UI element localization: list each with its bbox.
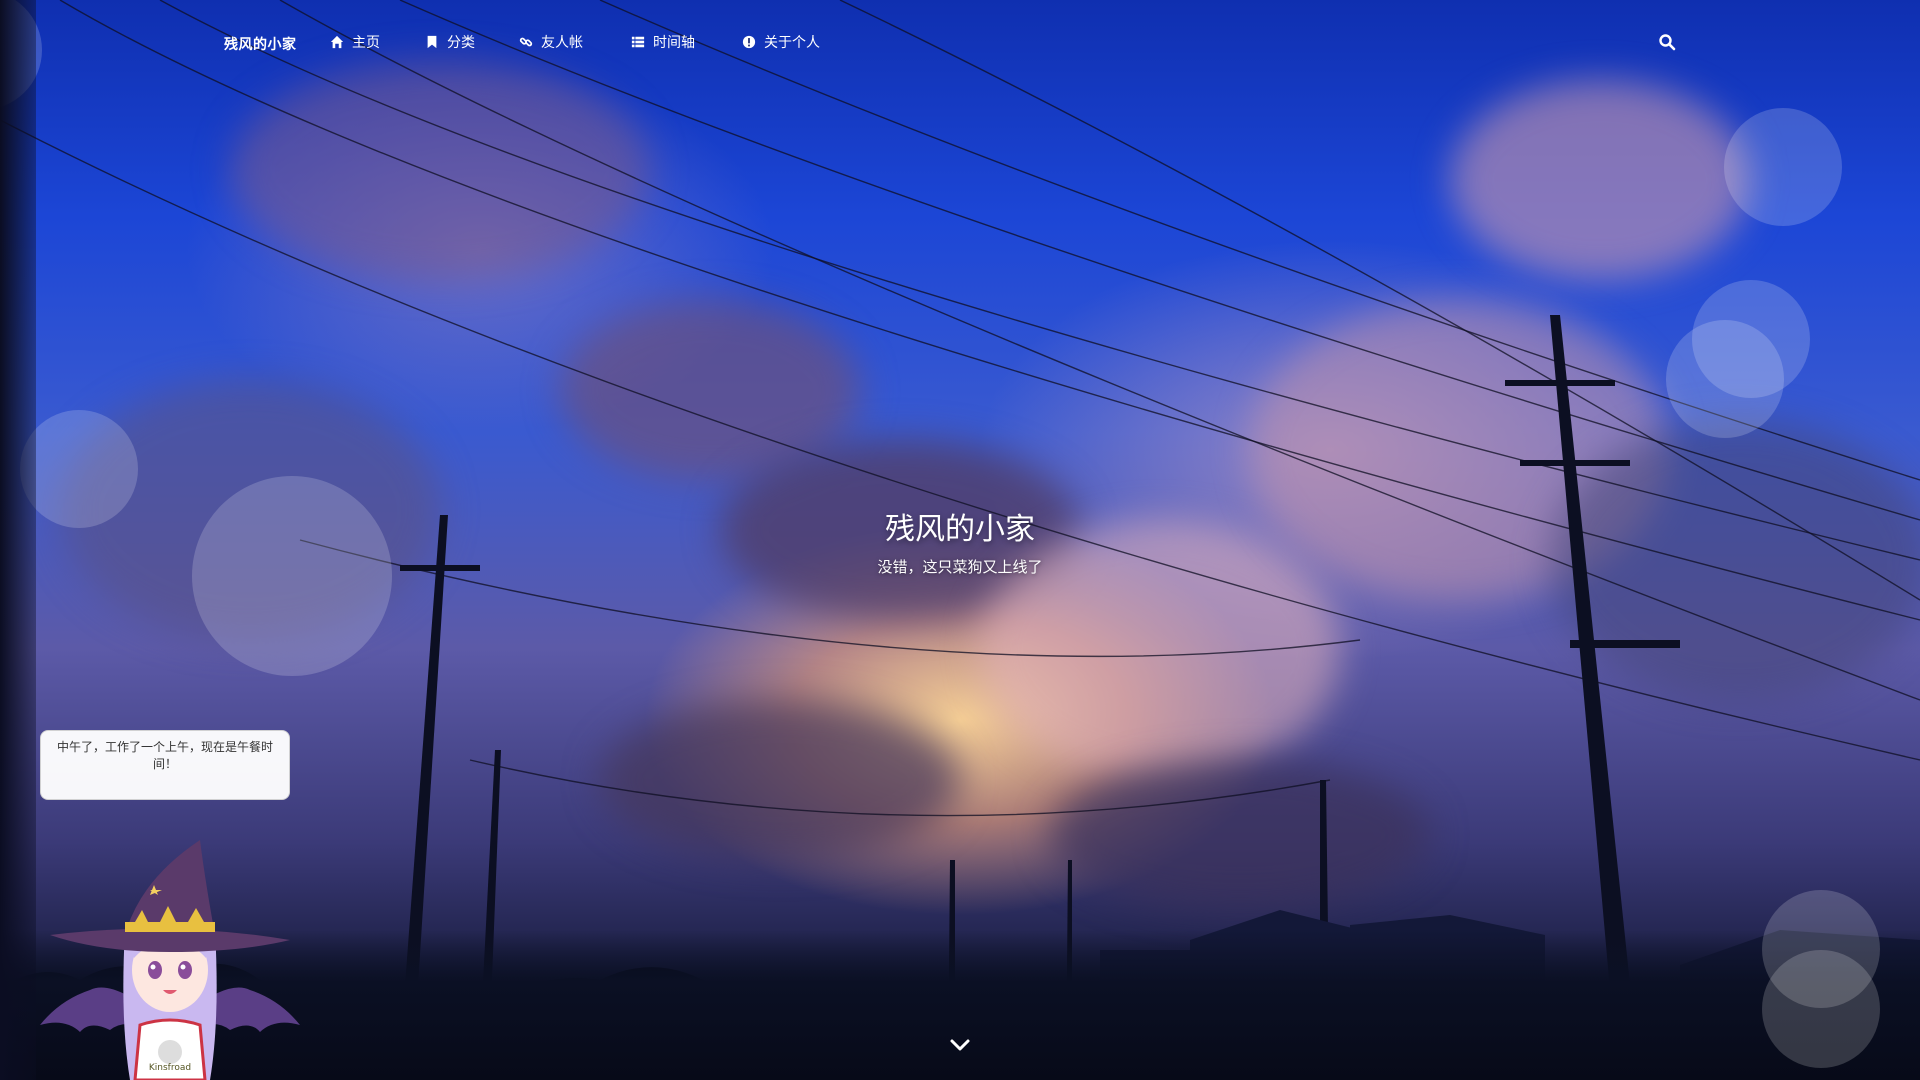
nav-item-timeline[interactable]: 时间轴 [631, 32, 695, 52]
nav-label: 主页 [352, 34, 380, 50]
hero-title: 残风的小家 [885, 513, 1035, 546]
nav-item-friends[interactable]: 友人帐 [519, 32, 583, 52]
decorative-bubble [1666, 320, 1784, 438]
nav-label: 关于个人 [764, 34, 820, 50]
home-icon [330, 35, 344, 49]
list-icon [631, 36, 645, 48]
search-icon[interactable] [1658, 33, 1676, 51]
hero-background: 残风的小家 主页 分类 友人帐 时间轴 关于个人 残风的小家 没错，这只菜狗又上… [0, 0, 1920, 1080]
bookmark-icon [427, 35, 437, 49]
site-brand[interactable]: 残风的小家 [224, 34, 297, 54]
nav-label: 时间轴 [653, 34, 695, 50]
decorative-bubble [1762, 950, 1880, 1068]
info-circle-icon [742, 35, 756, 49]
nav-item-about[interactable]: 关于个人 [742, 32, 820, 52]
nav-item-categories[interactable]: 分类 [425, 32, 475, 52]
nav-item-home[interactable]: 主页 [330, 32, 380, 52]
mascot-speech-bubble: 中午了，工作了一个上午，现在是午餐时间！ [40, 730, 290, 800]
nav-label: 友人帐 [541, 34, 583, 50]
chevron-down-icon[interactable] [948, 1033, 972, 1057]
decorative-bubble [1724, 108, 1842, 226]
nav-label: 分类 [447, 34, 475, 50]
link-icon [519, 37, 533, 47]
mascot-witch-character[interactable]: Kinsfroad [30, 840, 310, 1080]
top-navbar: 残风的小家 主页 分类 友人帐 时间轴 关于个人 [0, 0, 1920, 84]
mascot-shirt-text: Kinsfroad [149, 1063, 191, 1073]
hero-subtitle: 没错，这只菜狗又上线了 [877, 559, 1043, 576]
